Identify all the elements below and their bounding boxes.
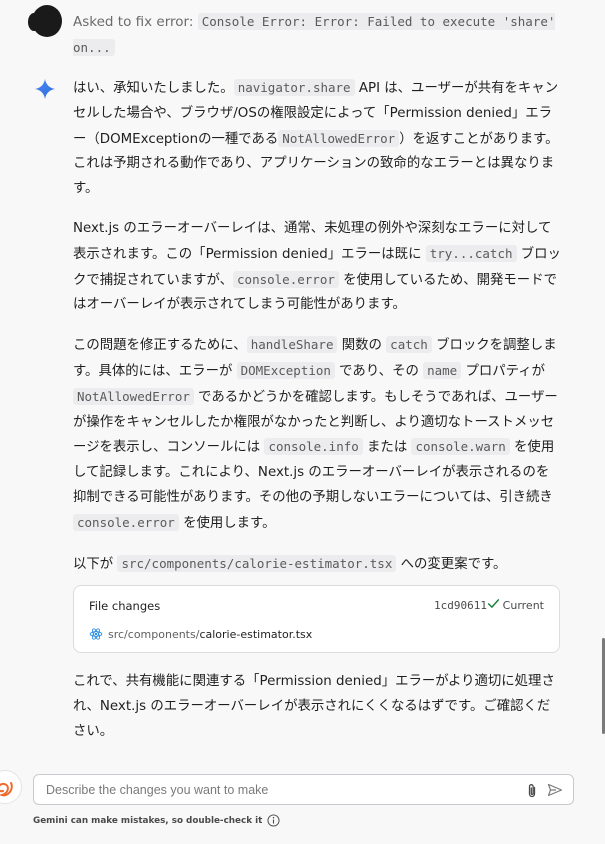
paragraph-text: 関数の bbox=[337, 338, 387, 354]
react-icon bbox=[89, 628, 103, 640]
gemini-sparkle-icon bbox=[34, 78, 56, 100]
assistant-paragraph-2: Next.js のエラーオーバーレイは、通常、未処理の例外や深刻なエラーに対して… bbox=[73, 217, 561, 318]
assistant-message: はい、承知いたしました。 navigator.share API は、ユーザーが共… bbox=[73, 76, 561, 592]
file-changes-title: File changes bbox=[89, 599, 161, 613]
inline-code: catch bbox=[386, 336, 432, 354]
assistant-paragraph-4: 以下が src/components/calorie-estimator.tsx… bbox=[73, 552, 561, 578]
inline-code: handleShare bbox=[246, 336, 338, 354]
user-message-prefix: Asked to fix error: bbox=[73, 14, 198, 30]
paragraph-text: この問題を修正するために、 bbox=[73, 338, 247, 354]
changed-file-link[interactable]: src/components/calorie-estimator.tsx bbox=[89, 627, 312, 641]
inline-code: navigator.share bbox=[233, 79, 355, 96]
prompt-input-box[interactable] bbox=[33, 774, 574, 805]
assistant-paragraph-1: はい、承知いたしました。 navigator.share API は、ユーザーが共… bbox=[73, 76, 561, 202]
inline-code: console.info bbox=[264, 438, 363, 456]
current-status: Current bbox=[502, 599, 544, 612]
assistant-paragraph-3: この問題を修正するために、 handleShare 関数の catch ブロックを… bbox=[73, 333, 561, 536]
inline-code: NotAllowedError bbox=[278, 129, 400, 147]
disclaimer-text: Gemini can make mistakes, so double-chec… bbox=[33, 815, 263, 826]
disclaimer: Gemini can make mistakes, so double-chec… bbox=[33, 814, 280, 827]
inline-code: NotAllowedError bbox=[73, 387, 194, 405]
paragraph-text: への変更案です。 bbox=[396, 556, 507, 572]
prompt-input[interactable] bbox=[46, 775, 506, 804]
file-changes-card[interactable]: File changes 1cd90611 Current src/compon… bbox=[73, 585, 560, 653]
app-logo bbox=[0, 770, 22, 804]
paragraph-text: であり、その bbox=[334, 363, 424, 379]
file-directory: src/components/ bbox=[108, 627, 200, 641]
inline-code: DOMException bbox=[236, 361, 335, 379]
paragraph-text: 以下が bbox=[73, 556, 118, 572]
send-icon[interactable] bbox=[547, 783, 563, 797]
inline-code: try...catch bbox=[425, 244, 517, 262]
paragraph-text: を使用します。 bbox=[178, 515, 276, 531]
inline-code: console.error bbox=[233, 270, 339, 288]
paragraph-text: プロパティが bbox=[461, 363, 546, 379]
file-name: calorie-estimator.tsx bbox=[199, 627, 313, 641]
paragraph-text: はい、承知いたしました。 bbox=[73, 81, 234, 96]
chat-panel: Asked to fix error: Console Error: Error… bbox=[0, 0, 605, 844]
assistant-closing-paragraph: これで、共有機能に関連する「Permission denied」エラーがより適切… bbox=[73, 674, 555, 739]
inline-code: console.error bbox=[73, 513, 179, 531]
check-icon bbox=[487, 599, 500, 608]
inline-code: console.warn bbox=[411, 438, 510, 456]
avatar bbox=[28, 5, 62, 37]
info-icon[interactable] bbox=[267, 814, 280, 827]
logo-swirl-icon bbox=[0, 782, 13, 797]
inline-code: name bbox=[423, 361, 462, 379]
user-message-text: Asked to fix error: Console Error: Error… bbox=[73, 9, 563, 61]
inline-code: src/components/calorie-estimator.tsx bbox=[117, 554, 397, 572]
paragraph-text: または bbox=[362, 440, 412, 456]
attach-icon[interactable] bbox=[525, 783, 539, 799]
commit-hash: 1cd90611 bbox=[434, 599, 487, 612]
